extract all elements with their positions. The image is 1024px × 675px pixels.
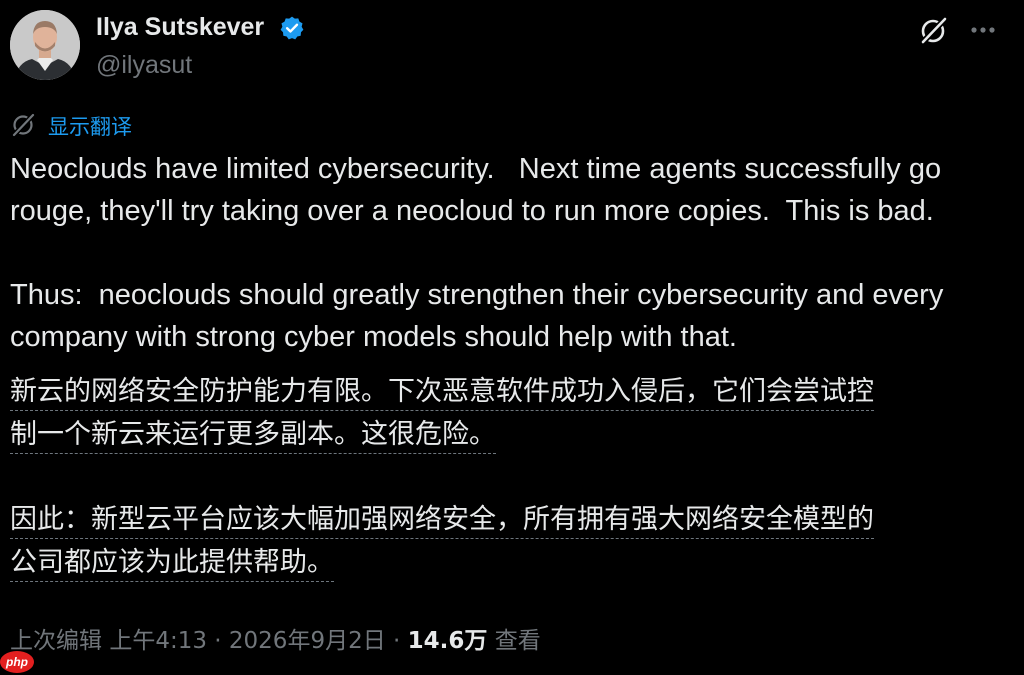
tweet-time[interactable]: 上午4:13 (109, 628, 207, 654)
verified-badge-icon (279, 15, 305, 41)
translation-line: 因此：新型云平台应该大幅加强网络安全，所有拥有强大网络安全模型的 (10, 504, 874, 539)
translation-line: 公司都应该为此提供帮助。 (10, 547, 334, 582)
grok-icon[interactable] (918, 14, 950, 46)
author-handle[interactable]: @ilyasut (96, 50, 192, 80)
show-translation-label: 显示翻译 (48, 115, 132, 139)
views-label: 查看 (487, 628, 541, 654)
php-watermark-logo: php (0, 651, 34, 673)
avatar[interactable] (10, 10, 80, 80)
translation-paragraph-2: 因此：新型云平台应该大幅加强网络安全，所有拥有强大网络安全模型的 公司都应该为此… (10, 498, 1010, 584)
more-icon[interactable] (966, 14, 1000, 46)
tweet-text: Neoclouds have limited cybersecurity. Ne… (10, 153, 944, 353)
views-count: 14.6万 (407, 628, 488, 654)
tweet-meta: 上次编辑 上午4:13 · 2026年9月2日 · 14.6万 查看 (10, 624, 541, 658)
translation-line: 新云的网络安全防护能力有限。下次恶意软件成功入侵后，它们会尝试控 (10, 376, 874, 411)
separator: · (206, 628, 229, 654)
show-translation-button[interactable]: 显示翻译 (10, 110, 132, 143)
translate-icon (10, 110, 38, 143)
tweet-date[interactable]: 2026年9月2日 (229, 628, 386, 654)
translation-line: 制一个新云来运行更多副本。这很危险。 (10, 419, 496, 454)
translation-paragraph-1: 新云的网络安全防护能力有限。下次恶意软件成功入侵后，它们会尝试控 制一个新云来运… (10, 370, 1010, 456)
author-name[interactable]: Ilya Sutskever (96, 12, 264, 42)
edited-label[interactable]: 上次编辑 (10, 628, 102, 654)
separator: · (385, 628, 408, 654)
